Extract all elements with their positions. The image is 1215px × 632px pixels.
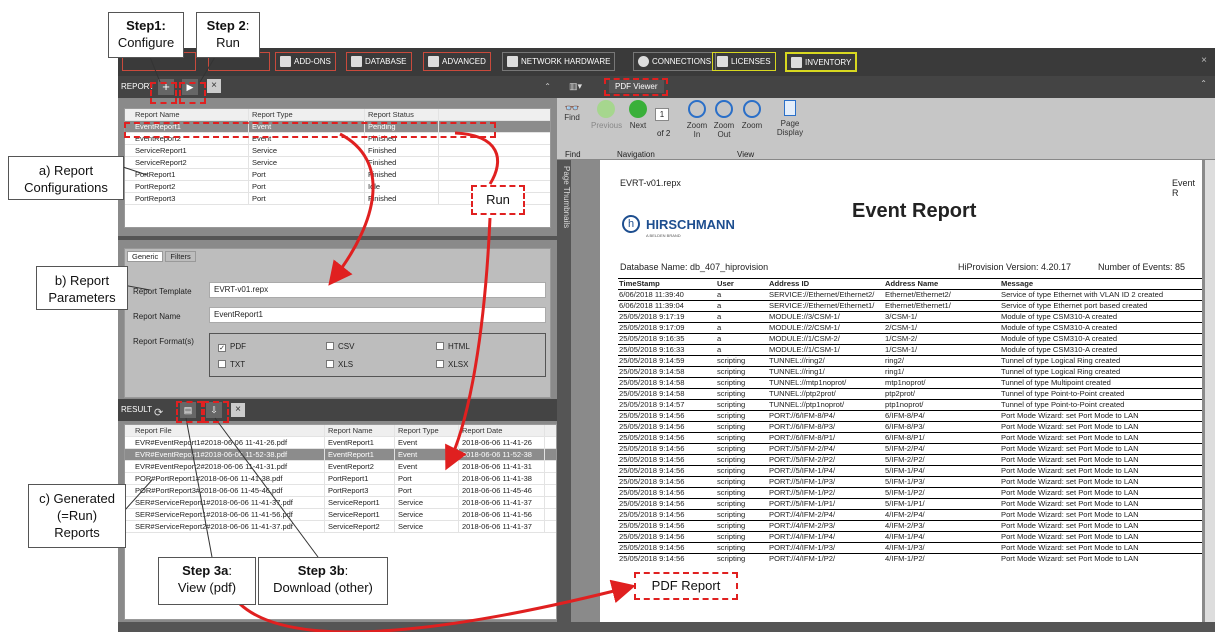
selected-report-highlight [124, 122, 496, 138]
callout-pdf-report: PDF Report [634, 572, 738, 600]
callout-step1: Step1: Configure [108, 12, 184, 58]
step1-highlight [150, 82, 177, 104]
callout-report-parameters: b) Report Parameters [36, 266, 128, 310]
step3a-highlight [176, 401, 203, 423]
callout-generated-reports: c) Generated (=Run) Reports [28, 484, 126, 548]
callout-run: Run [471, 185, 525, 215]
callout-step3b: Step 3b: Download (other) [258, 557, 388, 605]
pdf-viewer-highlight [604, 78, 668, 96]
step2-highlight [179, 82, 206, 104]
callout-step2: Step 2: Run [196, 12, 260, 58]
callout-report-configurations: a) Report Configurations [8, 156, 124, 200]
step3b-highlight [203, 401, 229, 423]
callout-step3a: Step 3a: View (pdf) [158, 557, 256, 605]
